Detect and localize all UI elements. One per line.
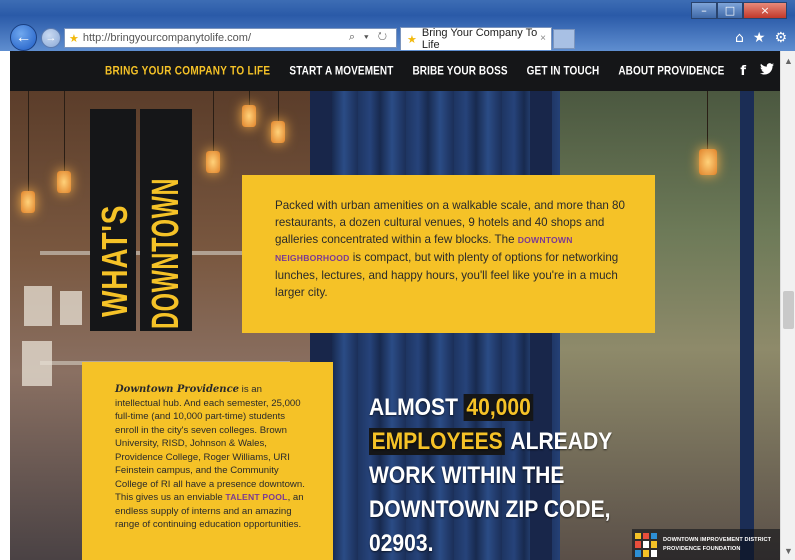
browser-tab[interactable]: ★ Bring Your Company To Life ×	[400, 27, 552, 51]
talent-pool-link[interactable]: TALENT POOL	[225, 492, 287, 502]
twitter-icon[interactable]	[760, 63, 775, 79]
employees-stat: ALMOST 40,000 EMPLOYEES ALREADY WORK WIT…	[369, 391, 612, 560]
stat-line-2: EMPLOYEES ALREADY	[369, 425, 612, 459]
window-mullion	[740, 91, 754, 560]
pinned-paper	[60, 291, 82, 325]
brand-link[interactable]: BRING YOUR COMPANY TO LIFE	[105, 65, 270, 78]
stat-word-almost: ALMOST	[369, 394, 458, 421]
back-arrow-icon[interactable]: ←	[10, 24, 37, 51]
stat-word-employees: EMPLOYEES	[369, 428, 506, 455]
title-line-whats: WHAT'S	[94, 204, 135, 317]
sponsor-text: DOWNTOWN IMPROVEMENT DISTRICT PROVIDENCE…	[663, 536, 771, 554]
sponsor-mark-icon	[635, 532, 657, 557]
nav-about-providence[interactable]: ABOUT PROVIDENCE	[618, 65, 724, 78]
scroll-thumb[interactable]	[783, 291, 794, 329]
pinned-paper	[22, 341, 52, 386]
pendant-lamp	[699, 149, 717, 175]
stat-line-1: ALMOST 40,000	[369, 391, 567, 425]
lamp-cord	[249, 91, 250, 105]
maximize-button[interactable]: □	[717, 2, 743, 19]
sponsor-line-1: DOWNTOWN IMPROVEMENT DISTRICT	[663, 536, 772, 543]
downtown-providence-script: Downtown Providence	[115, 384, 240, 395]
section-title-whats-downtown: WHAT'S DOWNTOWN	[90, 109, 192, 331]
address-tools-icon[interactable]: ⌕ ▾ ↻	[349, 31, 390, 44]
page-viewport: BRING YOUR COMPANY TO LIFE START A MOVEM…	[10, 51, 780, 560]
site-navigation: BRING YOUR COMPANY TO LIFE START A MOVEM…	[10, 51, 780, 91]
pendant-lamp	[57, 171, 71, 193]
pendant-lamp	[242, 105, 256, 127]
nav-get-in-touch[interactable]: GET IN TOUCH	[527, 65, 600, 78]
settings-gear-icon[interactable]: ⚙	[774, 30, 787, 46]
nav-start-a-movement[interactable]: START A MOVEMENT	[289, 65, 393, 78]
sponsor-logo[interactable]: DOWNTOWN IMPROVEMENT DISTRICT PROVIDENCE…	[632, 529, 780, 560]
sponsor-line-2: PROVIDENCE FOUNDATION	[663, 545, 741, 552]
stat-number: 40,000	[463, 394, 534, 421]
lamp-cord	[64, 91, 65, 171]
stat-line-3: WORK WITHIN THE	[369, 462, 565, 489]
stat-line-4: DOWNTOWN ZIP CODE,	[369, 496, 611, 523]
lamp-cord	[278, 91, 279, 121]
minimize-button[interactable]: –	[691, 2, 717, 19]
callout-amenities: Packed with urban amenities on a walkabl…	[242, 175, 655, 333]
callout-intellectual-hub: Downtown Providence is an intellectual h…	[82, 362, 333, 560]
vertical-scrollbar[interactable]: ▲ ▼	[780, 51, 795, 560]
close-window-button[interactable]: ×	[743, 2, 787, 19]
tab-close-icon[interactable]: ×	[540, 33, 546, 44]
lamp-cord	[28, 91, 29, 191]
browser-chrome: – □ × ← → ★ http://bringyourcompanytolif…	[0, 0, 795, 51]
callout-hub-text: is an intellectual hub. And each semeste…	[115, 384, 305, 503]
lamp-cord	[707, 91, 708, 149]
new-tab-button[interactable]	[553, 29, 575, 49]
scroll-down-icon[interactable]: ▼	[781, 543, 795, 558]
facebook-icon[interactable]: f	[740, 64, 746, 79]
home-icon[interactable]: ⌂	[735, 30, 744, 46]
forward-arrow-icon[interactable]: →	[41, 28, 61, 48]
scroll-up-icon[interactable]: ▲	[781, 53, 795, 68]
address-bar[interactable]: ★ http://bringyourcompanytolife.com/ ⌕ ▾…	[64, 28, 397, 48]
pendant-lamp	[206, 151, 220, 173]
window-controls: – □ ×	[691, 2, 787, 19]
address-url[interactable]: http://bringyourcompanytolife.com/	[83, 32, 251, 44]
favorites-star-icon[interactable]: ★	[753, 30, 766, 46]
tab-favicon-icon: ★	[407, 33, 417, 46]
lamp-cord	[213, 91, 214, 151]
twitter-bird-icon	[760, 63, 775, 75]
tab-title[interactable]: Bring Your Company To Life	[422, 27, 551, 51]
site-favicon-icon: ★	[69, 32, 79, 45]
nav-bribe-your-boss[interactable]: BRIBE YOUR BOSS	[412, 65, 507, 78]
stat-line-5: 02903.	[369, 530, 434, 557]
title-line-downtown: DOWNTOWN	[145, 177, 187, 329]
pendant-lamp	[21, 191, 35, 213]
pendant-lamp	[271, 121, 285, 143]
pinned-paper	[24, 286, 52, 326]
browser-toolbar-icons: ⌂ ★ ⚙	[735, 30, 787, 46]
stat-word-already: ALREADY	[510, 428, 613, 455]
